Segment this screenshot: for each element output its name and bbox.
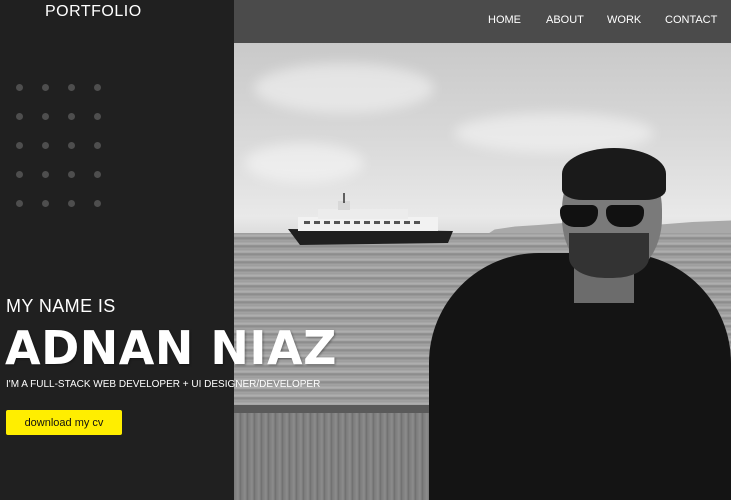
nav-about[interactable]: ABOUT xyxy=(546,14,584,26)
dot-grid-decoration xyxy=(16,84,101,207)
hero-photo xyxy=(234,43,731,500)
sunglasses-image xyxy=(560,203,652,229)
nav-work[interactable]: WORK xyxy=(607,14,641,26)
nav-home[interactable]: HOME xyxy=(488,14,521,26)
nav-contact[interactable]: CONTACT xyxy=(665,14,717,26)
top-nav-bar: HOME ABOUT WORK CONTACT xyxy=(234,0,731,43)
download-cv-button[interactable]: download my cv xyxy=(6,410,122,435)
logo[interactable]: PORTFOLIO xyxy=(45,3,142,21)
ferry-image xyxy=(288,193,453,245)
